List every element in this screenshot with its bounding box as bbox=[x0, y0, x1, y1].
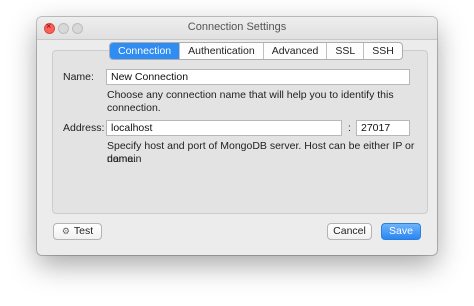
tab-advanced[interactable]: Advanced bbox=[264, 43, 328, 59]
cancel-button[interactable]: Cancel bbox=[327, 223, 372, 240]
port-field[interactable] bbox=[356, 120, 410, 136]
host-field[interactable] bbox=[106, 120, 342, 136]
title-bar: × Connection Settings bbox=[37, 17, 437, 40]
connection-panel: Name: Choose any connection name that wi… bbox=[52, 50, 428, 214]
test-button[interactable]: ⚙ Test bbox=[53, 223, 102, 240]
save-button[interactable]: Save bbox=[381, 223, 421, 240]
connection-settings-window: × Connection Settings Connection Authent… bbox=[37, 17, 437, 255]
name-field[interactable] bbox=[106, 69, 410, 85]
address-label: Address: bbox=[63, 122, 105, 134]
test-button-label: Test bbox=[73, 225, 94, 237]
settings-tabs: Connection Authentication Advanced SSL S… bbox=[109, 42, 403, 60]
tab-ssl[interactable]: SSL bbox=[327, 43, 365, 59]
name-help-text: Choose any connection name that will hel… bbox=[107, 89, 394, 114]
name-label: Name: bbox=[63, 71, 94, 83]
tab-authentication[interactable]: Authentication bbox=[180, 43, 264, 59]
address-help-text-line2: name. bbox=[107, 153, 137, 165]
window-title: Connection Settings bbox=[187, 21, 287, 33]
tab-connection[interactable]: Connection bbox=[110, 43, 181, 59]
address-help-text-line1: Specify host and port of MongoDB server.… bbox=[107, 140, 415, 165]
gear-icon: ⚙ bbox=[61, 226, 70, 236]
host-port-separator: : bbox=[348, 122, 351, 134]
tab-ssh[interactable]: SSH bbox=[364, 43, 402, 59]
